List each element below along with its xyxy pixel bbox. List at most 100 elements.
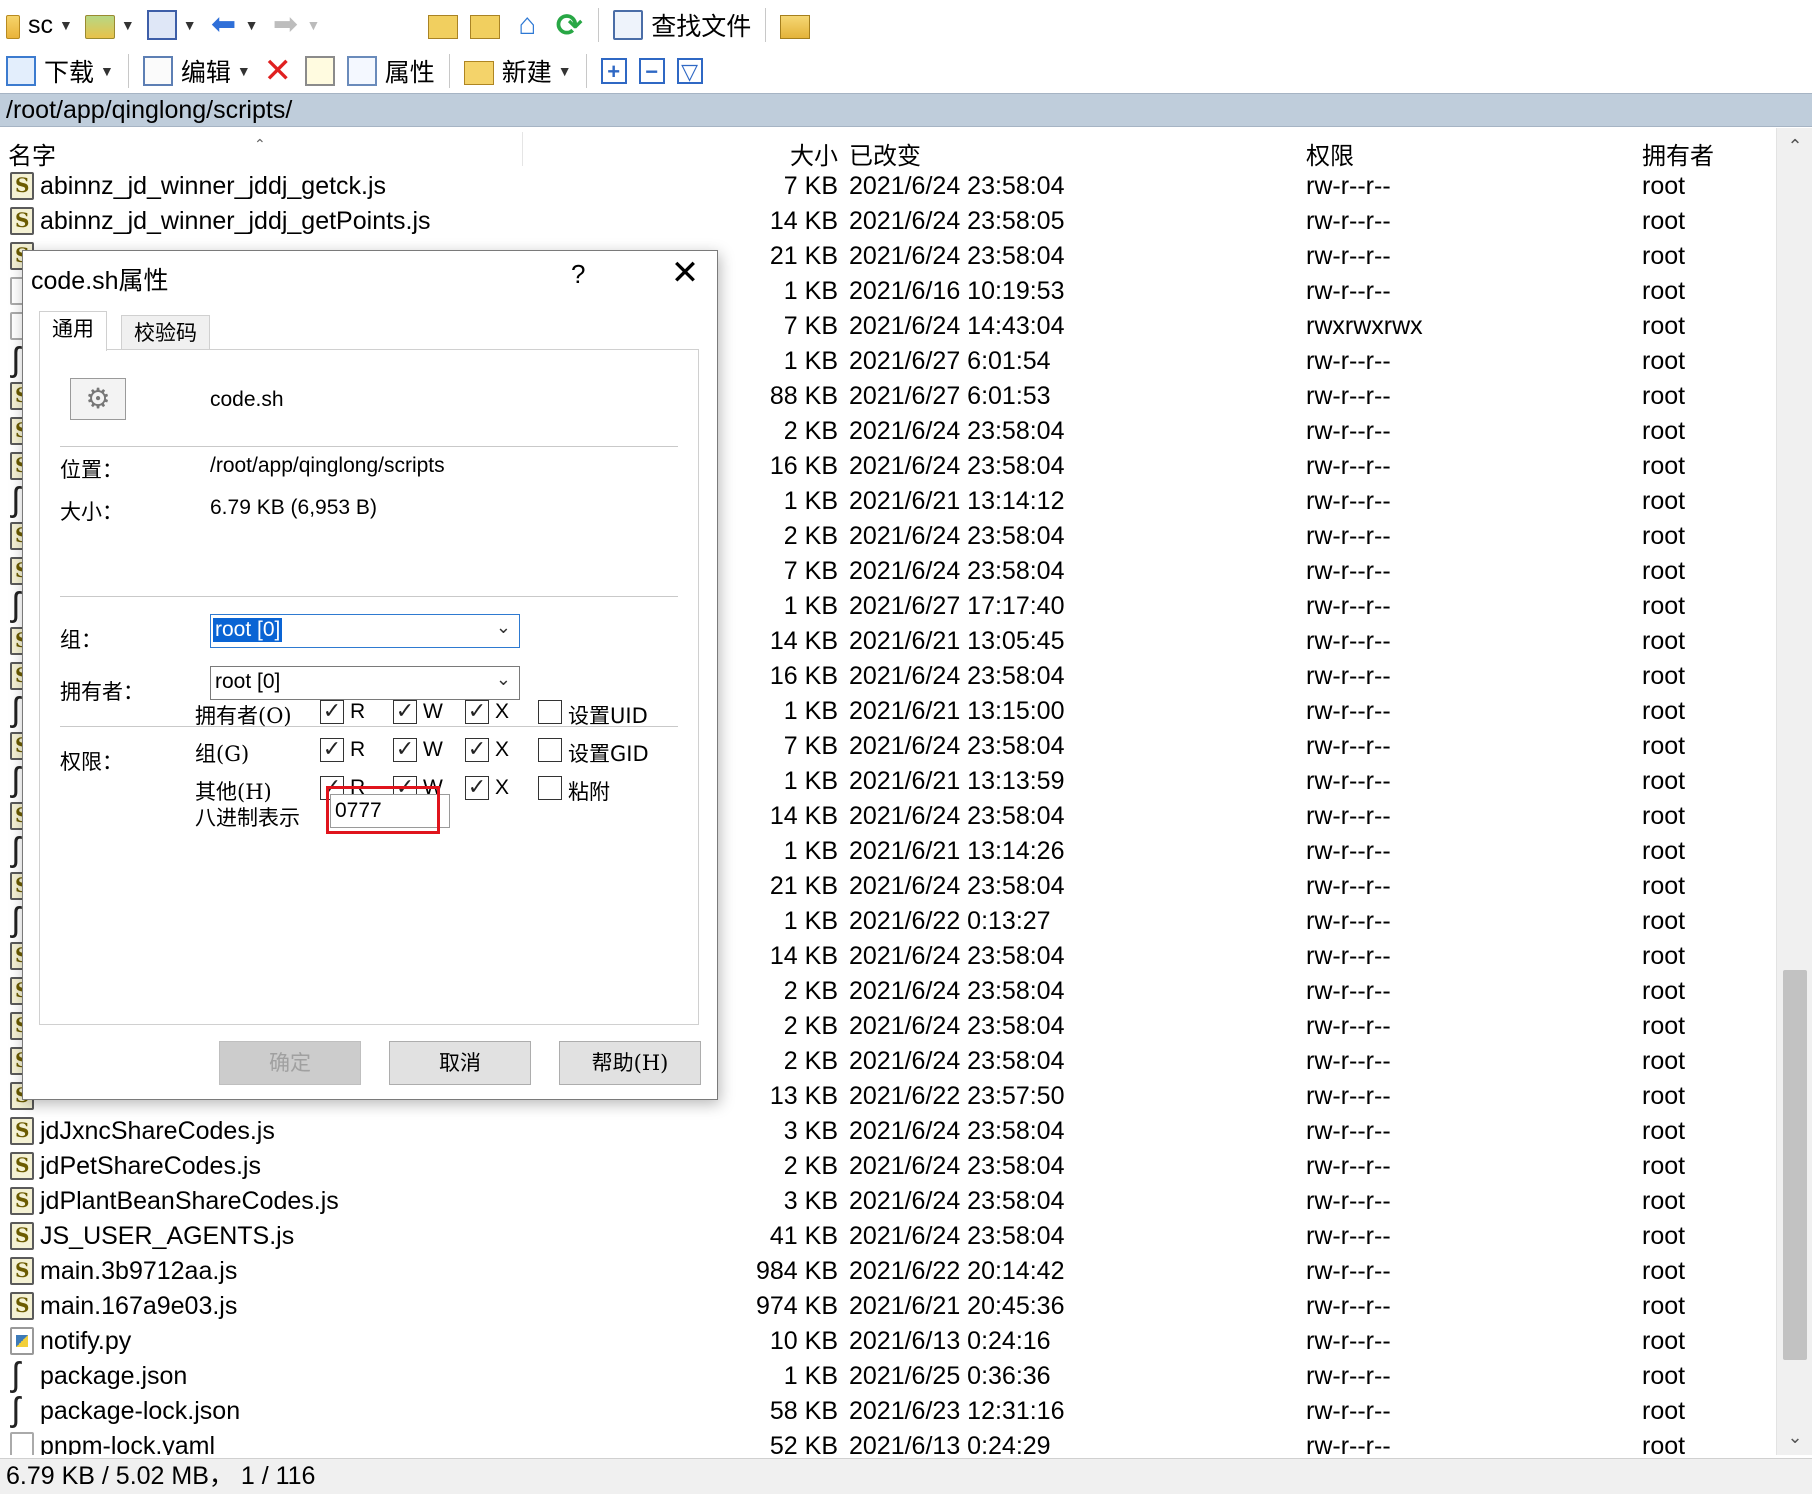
refresh-icon: ⟳: [555, 7, 583, 43]
group-label: 组：: [60, 628, 102, 652]
file-rights-cell: rw-r--r--: [1306, 557, 1391, 585]
file-size-cell: 1 KB: [783, 592, 838, 620]
file-rights-cell: rw-r--r--: [1306, 172, 1391, 200]
table-row[interactable]: package-lock.json 58 KB 2021/6/23 12:31:16…: [0, 1391, 1776, 1430]
close-icon[interactable]: ✕: [655, 253, 715, 297]
table-row[interactable]: jdJxncShareCodes.js 3 KB 2021/6/24 23:58:0…: [0, 1115, 1776, 1150]
help-button[interactable]: 帮助(H): [559, 1041, 701, 1085]
tab-checksum[interactable]: 校验码: [121, 315, 210, 349]
rename-button[interactable]: [299, 51, 341, 91]
perm-checkbox-x[interactable]: ✓: [465, 738, 489, 762]
perm-checkbox-w[interactable]: ✓: [393, 738, 417, 762]
perm-special-checkbox[interactable]: [538, 738, 562, 762]
delete-button[interactable]: ✕: [257, 51, 299, 91]
select-remove-button[interactable]: −: [633, 51, 671, 91]
new-folder-icon: [463, 61, 494, 85]
file-rights-cell: rw-r--r--: [1306, 277, 1391, 305]
file-name-cell: pnpm-lock.yaml: [40, 1432, 216, 1455]
new-button[interactable]: 新建 ▼: [458, 51, 578, 91]
column-header-changed[interactable]: 已改变: [849, 136, 921, 171]
table-row[interactable]: JS_USER_AGENTS.js 41 KB 2021/6/24 23:58:04…: [0, 1220, 1776, 1255]
file-size-cell: 2 KB: [783, 1047, 838, 1075]
file-date-cell: 2021/6/22 0:13:27: [849, 907, 1051, 935]
table-row[interactable]: main.3b9712aa.js 984 KB 2021/6/22 20:14:42…: [0, 1255, 1776, 1290]
back-button[interactable]: ⬅ ▼: [203, 5, 265, 45]
perm-special-label: 设置GID: [568, 742, 649, 766]
column-divider[interactable]: [522, 132, 523, 166]
scroll-up-icon[interactable]: ⌃: [1777, 128, 1812, 164]
select-filter-button[interactable]: ▽: [671, 51, 709, 91]
perm-checkbox-w[interactable]: ✓: [393, 700, 417, 724]
file-date-cell: 2021/6/24 23:58:04: [849, 977, 1065, 1005]
table-row[interactable]: jdPetShareCodes.js 2 KB 2021/6/24 23:58:04…: [0, 1150, 1776, 1185]
tab-general[interactable]: 通用: [39, 311, 107, 351]
delete-icon: ✕: [263, 52, 293, 90]
open-folder-button[interactable]: ▼: [79, 5, 141, 45]
file-date-cell: 2021/6/23 12:31:16: [849, 1397, 1065, 1425]
table-row[interactable]: jdPlantBeanShareCodes.js 3 KB 2021/6/24 23…: [0, 1185, 1776, 1220]
file-size-cell: 3 KB: [783, 1117, 838, 1145]
drive-selector[interactable]: sc ▼: [0, 5, 79, 45]
home-button[interactable]: ⌂: [506, 5, 548, 45]
download-button[interactable]: 下载 ▼: [0, 51, 120, 91]
select-add-button[interactable]: +: [595, 51, 633, 91]
table-row[interactable]: abinnz_jd_winner_jddj_getck.js 7 KB 2021/6…: [0, 170, 1776, 205]
file-size-cell: 16 KB: [769, 662, 838, 690]
js-file-icon: [10, 1292, 34, 1320]
column-header-rights[interactable]: 权限: [1306, 136, 1354, 171]
column-header-size[interactable]: 大小: [790, 136, 838, 171]
file-rights-cell: rw-r--r--: [1306, 487, 1391, 515]
file-owner-cell: root: [1642, 1082, 1686, 1110]
forward-button[interactable]: ➡ ▼: [264, 5, 326, 45]
parent-dir-button[interactable]: [422, 5, 464, 45]
file-name-cell: abinnz_jd_winner_jddj_getPoints.js: [40, 207, 431, 235]
toolbar-separator: [585, 54, 587, 88]
dialog-title: code.sh属性: [31, 267, 169, 295]
table-row[interactable]: pnpm-lock.yaml 52 KB 2021/6/13 0:24:29 rw-r…: [0, 1430, 1776, 1455]
vertical-scrollbar[interactable]: ⌃ ⌄: [1776, 128, 1812, 1455]
owner-select[interactable]: root [0] ⌄: [210, 666, 520, 700]
refresh-button[interactable]: ⟳: [548, 5, 590, 45]
file-name-cell: package-lock.json: [40, 1397, 241, 1425]
root-dir-button[interactable]: [464, 5, 506, 45]
help-icon[interactable]: ?: [571, 259, 585, 290]
file-rights-cell: rw-r--r--: [1306, 1257, 1391, 1285]
tree-toggle-button[interactable]: [774, 5, 816, 45]
properties-label: 属性: [384, 59, 435, 87]
cancel-button[interactable]: 取消: [389, 1041, 531, 1085]
column-header-owner[interactable]: 拥有者: [1642, 136, 1714, 171]
file-date-cell: 2021/6/24 23:58:04: [849, 557, 1065, 585]
file-rights-cell: rw-r--r--: [1306, 1397, 1391, 1425]
ok-button[interactable]: 确定: [219, 1041, 361, 1085]
group-select[interactable]: root [0] ⌄: [210, 614, 520, 648]
file-date-cell: 2021/6/22 20:14:42: [849, 1257, 1065, 1285]
scroll-down-icon[interactable]: ⌄: [1777, 1419, 1812, 1455]
divider: [60, 446, 678, 447]
edit-button[interactable]: 编辑 ▼: [137, 51, 257, 91]
path-bar[interactable]: /root/app/qinglong/scripts/: [0, 93, 1812, 127]
properties-button[interactable]: 属性: [341, 51, 441, 91]
perm-special-checkbox[interactable]: [538, 700, 562, 724]
file-date-cell: 2021/6/24 23:58:04: [849, 1152, 1065, 1180]
file-size-cell: 1 KB: [783, 837, 838, 865]
file-name-cell: package.json: [40, 1362, 188, 1390]
file-size-cell: 14 KB: [769, 802, 838, 830]
perm-checkbox-r[interactable]: ✓: [320, 738, 344, 762]
file-owner-cell: root: [1642, 802, 1686, 830]
perm-checkbox-x[interactable]: ✓: [465, 700, 489, 724]
column-header-name[interactable]: 名字: [8, 136, 56, 171]
perm-special-checkbox[interactable]: [538, 776, 562, 800]
table-row[interactable]: package.json 1 KB 2021/6/25 0:36:36 rw-r--r…: [0, 1356, 1776, 1395]
table-row[interactable]: notify.py 10 KB 2021/6/13 0:24:16 rw-r--r--…: [0, 1325, 1776, 1360]
find-files-button[interactable]: 查找文件: [607, 5, 757, 45]
toolbar-separator: [598, 8, 600, 42]
file-size-cell: 1 KB: [783, 347, 838, 375]
perm-checkbox-x[interactable]: ✓: [465, 776, 489, 800]
perm-checkbox-r[interactable]: ✓: [320, 700, 344, 724]
filter-button[interactable]: ▼: [141, 5, 203, 45]
file-rights-cell: rw-r--r--: [1306, 1327, 1391, 1355]
table-row[interactable]: main.167a9e03.js 974 KB 2021/6/21 20:45:36…: [0, 1290, 1776, 1325]
table-row[interactable]: abinnz_jd_winner_jddj_getPoints.js 14 KB 2…: [0, 205, 1776, 240]
file-owner-cell: root: [1642, 592, 1686, 620]
scrollbar-thumb[interactable]: [1783, 970, 1807, 1360]
